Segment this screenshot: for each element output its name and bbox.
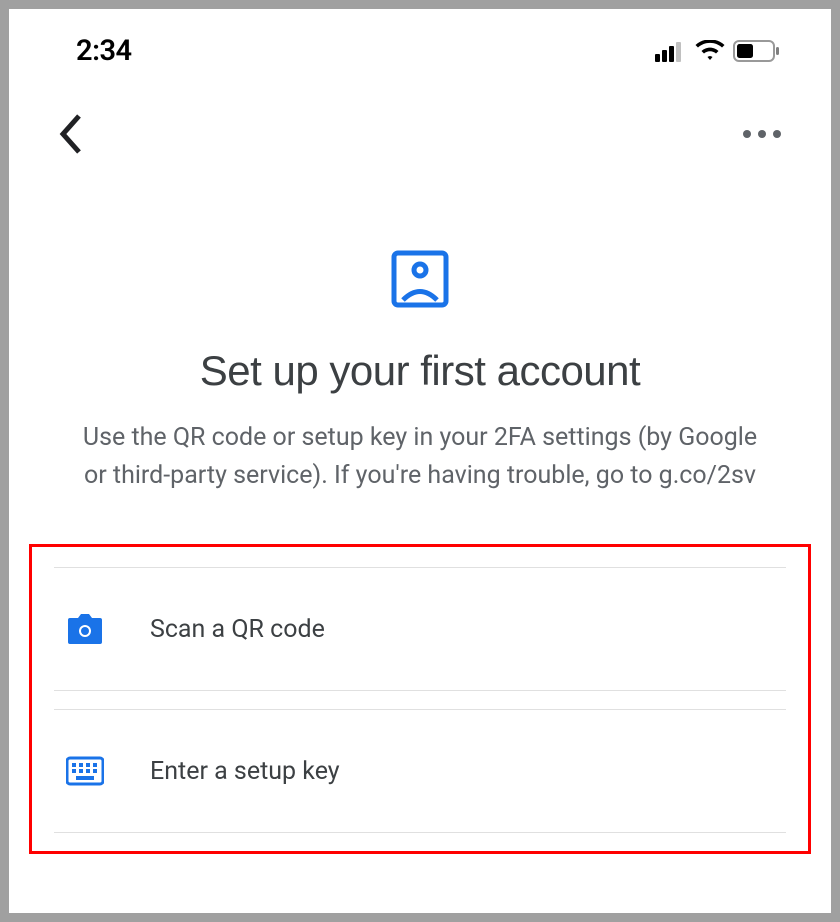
chevron-left-icon [59, 114, 83, 154]
profile-icon [390, 249, 450, 309]
camera-icon [66, 610, 104, 648]
back-button[interactable] [59, 114, 83, 154]
option-enter-key[interactable]: Enter a setup key [54, 709, 786, 833]
cellular-signal-icon [655, 40, 687, 62]
main-content: Set up your first account Use the QR cod… [9, 169, 831, 854]
battery-icon [733, 39, 781, 63]
option-label: Enter a setup key [150, 757, 340, 786]
status-time: 2:34 [76, 34, 132, 68]
more-button[interactable] [743, 130, 781, 138]
page-title: Set up your first account [9, 347, 831, 395]
page-subtitle: Use the QR code or setup key in your 2FA… [40, 419, 800, 494]
status-bar: 2:34 [9, 9, 831, 69]
option-scan-qr[interactable]: Scan a QR code [54, 567, 786, 691]
phone-screen: 2:34 [9, 9, 831, 913]
more-horizontal-icon [743, 130, 781, 138]
nav-bar [9, 69, 831, 169]
wifi-icon [695, 40, 725, 62]
status-icons [655, 39, 781, 63]
option-label: Scan a QR code [150, 615, 325, 644]
options-highlight-box: Scan a QR code [29, 544, 811, 854]
keyboard-icon [66, 752, 104, 790]
